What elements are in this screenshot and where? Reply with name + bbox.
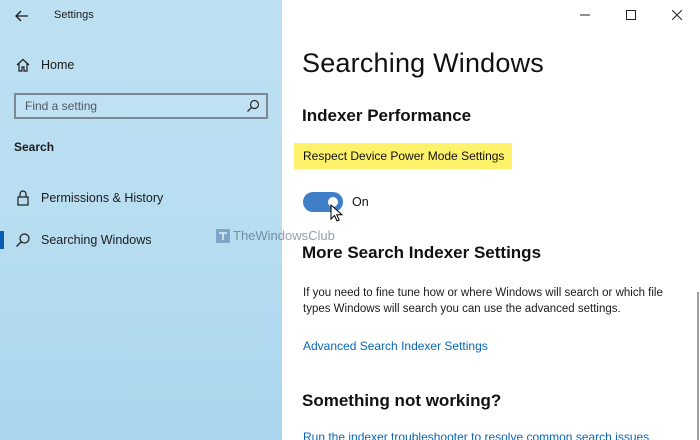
section-title: Search — [14, 140, 55, 154]
close-icon — [672, 10, 682, 20]
sidebar-item-permissions-history[interactable]: Permissions & History — [0, 185, 282, 211]
mouse-cursor-icon — [330, 204, 344, 222]
power-mode-setting-label: Respect Device Power Mode Settings — [294, 143, 512, 169]
sidebar-item-label: Permissions & History — [41, 191, 164, 205]
indexer-performance-heading: Indexer Performance — [302, 106, 472, 125]
advanced-indexer-settings-link[interactable]: Advanced Search Indexer Settings — [303, 339, 488, 353]
sidebar: Settings Home Search Permissions & Histo… — [0, 0, 282, 440]
something-not-working-heading: Something not working? — [302, 391, 502, 410]
more-indexer-settings-heading: More Search Indexer Settings — [302, 243, 542, 262]
search-input[interactable] — [16, 96, 236, 116]
lock-icon — [14, 189, 32, 207]
troubleshooter-link[interactable]: Run the indexer troubleshooter to resolv… — [303, 430, 649, 440]
scrollbar[interactable] — [697, 292, 699, 440]
window-controls — [562, 0, 700, 30]
title-bar: Settings — [0, 0, 282, 31]
toggle-state-label: On — [352, 195, 369, 209]
app-title: Settings — [54, 9, 94, 21]
active-indicator — [0, 231, 4, 249]
search-icon — [14, 231, 32, 249]
sidebar-item-home[interactable]: Home — [0, 52, 282, 78]
watermark-logo-icon — [216, 228, 230, 243]
maximize-button[interactable] — [608, 0, 654, 30]
home-icon — [14, 56, 32, 74]
search-icon[interactable] — [246, 99, 260, 113]
page-title: Searching Windows — [302, 48, 545, 78]
more-settings-description: If you need to fine tune how or where Wi… — [303, 287, 663, 315]
back-arrow-icon — [15, 10, 28, 22]
main-content: Searching Windows Indexer Performance Re… — [282, 0, 700, 440]
watermark-text: TheWindowsClub — [233, 228, 335, 243]
sidebar-item-label: Searching Windows — [41, 233, 152, 247]
find-setting-box — [14, 93, 268, 119]
sidebar-item-label: Home — [41, 58, 75, 72]
maximize-icon — [626, 10, 636, 20]
watermark: TheWindowsClub — [216, 228, 335, 243]
close-button[interactable] — [654, 0, 700, 30]
minimize-icon — [580, 14, 590, 16]
minimize-button[interactable] — [562, 0, 608, 30]
back-button[interactable] — [12, 6, 32, 26]
